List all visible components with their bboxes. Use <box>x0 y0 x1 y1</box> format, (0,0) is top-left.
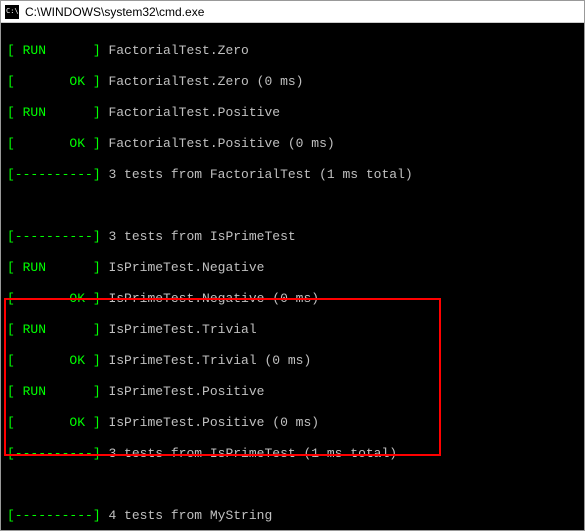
line-ok: [ OK ] FactorialTest.Zero (0 ms) <box>7 74 578 90</box>
line-run: [ RUN ] FactorialTest.Positive <box>7 105 578 121</box>
window-title: C:\WINDOWS\system32\cmd.exe <box>25 5 204 19</box>
line-sep: [----------] 4 tests from MyString <box>7 508 578 524</box>
cmd-icon <box>5 5 19 19</box>
cmd-window: C:\WINDOWS\system32\cmd.exe [ RUN ] Fact… <box>0 0 585 531</box>
line-sep: [----------] 3 tests from FactorialTest … <box>7 167 578 183</box>
blank-line <box>7 198 578 214</box>
line-run: [ RUN ] IsPrimeTest.Negative <box>7 260 578 276</box>
highlight-box <box>4 298 441 456</box>
line-ok: [ OK ] FactorialTest.Positive (0 ms) <box>7 136 578 152</box>
line-sep: [----------] 3 tests from IsPrimeTest <box>7 229 578 245</box>
window-titlebar[interactable]: C:\WINDOWS\system32\cmd.exe <box>1 1 584 23</box>
blank-line <box>7 477 578 493</box>
line-run: [ RUN ] FactorialTest.Zero <box>7 43 578 59</box>
console-output: [ RUN ] FactorialTest.Zero [ OK ] Factor… <box>1 23 584 530</box>
